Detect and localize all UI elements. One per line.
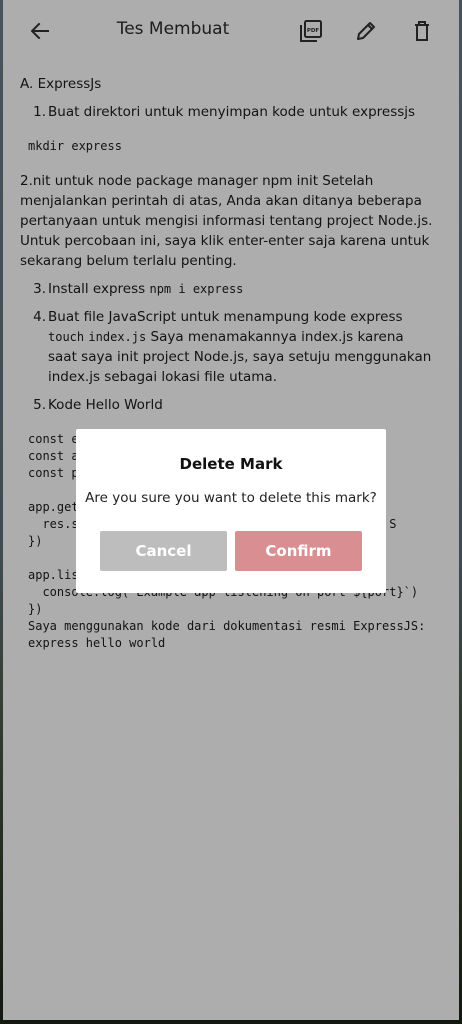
dialog-title: Delete Mark <box>179 455 283 473</box>
delete-mark-dialog: Delete Mark Are you sure you want to del… <box>76 429 386 593</box>
cancel-button[interactable]: Cancel <box>100 531 227 571</box>
confirm-button[interactable]: Confirm <box>235 531 362 571</box>
dialog-message: Are you sure you want to delete this mar… <box>85 490 377 506</box>
